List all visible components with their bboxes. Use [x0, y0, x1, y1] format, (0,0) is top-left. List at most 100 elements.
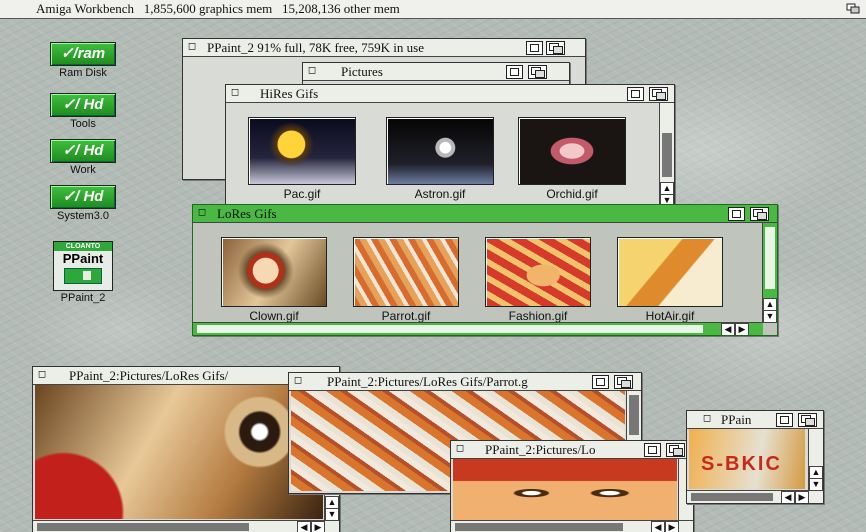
close-gadget-icon[interactable]: ◻ — [229, 87, 241, 99]
clown-thumbnail-icon — [221, 237, 327, 307]
clown-horizontal-scrollbar[interactable]: ◀ ▶ — [33, 520, 339, 532]
hotair-gif-icon[interactable]: HotAir.gif — [617, 237, 723, 323]
lores-vertical-scrollbar[interactable]: ▲ ▼ — [762, 223, 777, 323]
scroll-right-icon[interactable]: ▶ — [665, 521, 679, 532]
hotair-viewer-titlebar[interactable]: ◻ PPain — [687, 411, 823, 429]
hotair-vertical-scrollbar[interactable]: ▲ ▼ — [808, 429, 823, 491]
close-gadget-icon[interactable]: ◻ — [701, 413, 713, 425]
hires-gifs-window[interactable]: ◻ HiRes Gifs Pac.gif Astron.gif Orchid.g… — [225, 84, 675, 208]
pac-gif-label: Pac.gif — [283, 187, 321, 201]
workbench-backdrop[interactable]: Amiga Workbench 1,855,600 graphics mem 1… — [0, 0, 866, 532]
fashion-gif-label: Fashion.gif — [508, 309, 568, 323]
fashion-horizontal-scrollbar[interactable]: ◀ ▶ — [451, 520, 693, 532]
hd-drive-icon: ✓/ Hd — [50, 185, 116, 209]
depth-icon — [846, 3, 860, 14]
zoom-gadget-icon[interactable] — [728, 207, 745, 221]
hires-titlebar[interactable]: ◻ HiRes Gifs — [226, 85, 674, 103]
scroll-knob[interactable] — [629, 395, 639, 435]
graphics-mem: 1,855,600 graphics mem — [143, 1, 273, 16]
close-gadget-icon[interactable]: ◻ — [36, 369, 48, 381]
hires-vertical-scrollbar[interactable]: ▲ ▼ — [659, 103, 674, 207]
pac-thumbnail-icon — [248, 117, 356, 185]
scroll-left-icon[interactable]: ◀ — [781, 491, 795, 503]
parrot-gif-icon[interactable]: Parrot.gif — [353, 237, 459, 323]
zoom-gadget-icon[interactable] — [776, 413, 793, 427]
fashion-gif-icon[interactable]: Fashion.gif — [485, 237, 591, 323]
astronaut-thumbnail-icon — [386, 117, 494, 185]
hires-title: HiRes Gifs — [260, 86, 319, 101]
zoom-gadget-icon[interactable] — [627, 87, 644, 101]
parrot-thumbnail-icon — [353, 237, 459, 307]
zoom-gadget-icon[interactable] — [592, 375, 609, 389]
scroll-knob[interactable] — [691, 493, 773, 501]
system-label: System3.0 — [57, 210, 109, 222]
fashion-viewer-title: PPaint_2:Pictures/Lo — [485, 442, 596, 457]
tools-badge: Hd — [83, 96, 104, 113]
lores-gifs-window[interactable]: ◻ LoRes Gifs Clown.gif Parrot.gif Fashio… — [192, 204, 778, 336]
close-gadget-icon[interactable]: ◻ — [306, 65, 318, 77]
clown-gif-label: Clown.gif — [249, 309, 299, 323]
parrot-viewer-titlebar[interactable]: ◻ PPaint_2:Pictures/LoRes Gifs/Parrot.g — [289, 373, 641, 391]
pac-gif-icon[interactable]: Pac.gif — [248, 117, 356, 201]
hotair-thumbnail-icon — [617, 237, 723, 307]
scroll-knob[interactable] — [455, 523, 623, 531]
pictures-title: Pictures — [341, 64, 383, 79]
fashion-viewer-window[interactable]: ◻ PPaint_2:Pictures/Lo ◀ ▶ — [450, 440, 694, 532]
clown-gif-icon[interactable]: Clown.gif — [221, 237, 327, 323]
depth-gadget-icon[interactable] — [546, 41, 565, 55]
tools-drive[interactable]: ✓/ Hd Tools — [38, 93, 128, 130]
lores-titlebar[interactable]: ◻ LoRes Gifs — [193, 205, 777, 223]
depth-gadget-icon[interactable] — [614, 375, 633, 389]
work-label: Work — [70, 164, 96, 176]
scroll-down-icon[interactable]: ▼ — [763, 310, 777, 323]
depth-gadget-icon[interactable] — [750, 207, 769, 221]
scroll-left-icon[interactable]: ◀ — [721, 323, 735, 335]
close-gadget-icon[interactable]: ◻ — [292, 375, 304, 387]
screen-depth-gadget[interactable] — [846, 2, 860, 20]
close-gadget-icon[interactable]: ◻ — [186, 41, 198, 53]
depth-gadget-icon[interactable] — [649, 87, 668, 101]
work-drive[interactable]: ✓/ Hd Work — [38, 139, 128, 176]
scroll-knob[interactable] — [37, 523, 249, 531]
astron-gif-icon[interactable]: Astron.gif — [386, 117, 494, 201]
orchid-gif-icon[interactable]: Orchid.gif — [518, 117, 626, 201]
depth-gadget-icon[interactable] — [798, 413, 817, 427]
scroll-right-icon[interactable]: ▶ — [795, 491, 809, 503]
ppaint-drive[interactable]: CLOANTO PPaint PPaint_2 — [38, 241, 128, 304]
ppaint2-titlebar[interactable]: ◻ PPaint_2 91% full, 78K free, 759K in u… — [183, 39, 585, 57]
fashion-viewer-titlebar[interactable]: ◻ PPaint_2:Pictures/Lo — [451, 441, 693, 459]
hotair-image: S-BKIC — [689, 429, 805, 489]
scroll-knob[interactable] — [197, 325, 703, 333]
screen-title: Amiga Workbench 1,855,600 graphics mem 1… — [36, 0, 400, 18]
pictures-titlebar[interactable]: ◻ Pictures — [303, 63, 569, 81]
zoom-gadget-icon[interactable] — [526, 41, 543, 55]
lores-title: LoRes Gifs — [217, 206, 277, 221]
scroll-left-icon[interactable]: ◀ — [297, 521, 311, 532]
hotair-image-text: S-BKIC — [701, 453, 782, 475]
ppaint-badge: PPaint — [62, 251, 104, 266]
hotair-viewer-window[interactable]: ◻ PPain S-BKIC ▲ ▼ ◀ ▶ — [686, 410, 824, 504]
depth-gadget-icon[interactable] — [528, 65, 547, 79]
scroll-left-icon[interactable]: ◀ — [651, 521, 665, 532]
ram-disk-icon[interactable]: ✓/ram Ram Disk — [38, 42, 128, 79]
scroll-knob[interactable] — [662, 133, 672, 177]
scroll-right-icon[interactable]: ▶ — [735, 323, 749, 335]
hotair-horizontal-scrollbar[interactable]: ◀ ▶ — [687, 490, 823, 503]
scroll-right-icon[interactable]: ▶ — [311, 521, 325, 532]
cloanto-ribbon: CLOANTO — [54, 242, 112, 251]
hotair-gif-label: HotAir.gif — [645, 309, 695, 323]
zoom-gadget-icon[interactable] — [506, 65, 523, 79]
scroll-knob[interactable] — [765, 227, 775, 289]
ppaint2-title: PPaint_2 91% full, 78K free, 759K in use — [207, 40, 425, 55]
hd-drive-icon: ✓/ Hd — [50, 139, 116, 163]
screen-title-bar[interactable]: Amiga Workbench 1,855,600 graphics mem 1… — [0, 0, 866, 19]
hd-drive-icon: ✓/ Hd — [50, 93, 116, 117]
system-drive[interactable]: ✓/ Hd System3.0 — [38, 185, 128, 222]
depth-gadget-icon[interactable] — [666, 443, 685, 457]
screen-title-label: Amiga Workbench — [36, 1, 134, 16]
close-gadget-icon[interactable]: ◻ — [454, 443, 466, 455]
close-gadget-icon[interactable]: ◻ — [196, 207, 208, 219]
zoom-gadget-icon[interactable] — [644, 443, 661, 457]
fashion-thumbnail-icon — [485, 237, 591, 307]
lores-horizontal-scrollbar[interactable]: ◀ ▶ — [193, 322, 763, 335]
